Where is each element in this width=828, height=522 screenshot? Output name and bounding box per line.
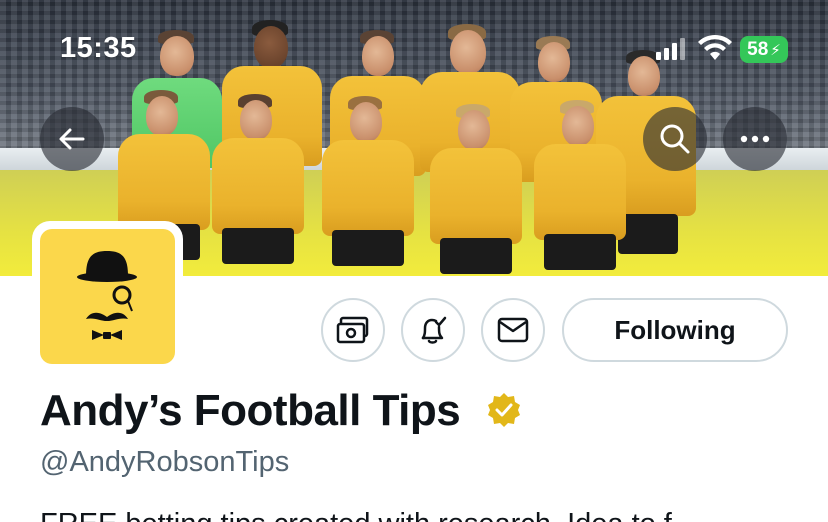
status-bar: 15:35 58 ⚡ <box>0 0 828 100</box>
back-button[interactable] <box>40 107 104 171</box>
following-button[interactable]: Following <box>562 298 788 362</box>
cellular-signal-icon <box>656 38 686 60</box>
search-icon <box>660 124 690 154</box>
verified-badge-icon[interactable] <box>486 392 522 428</box>
battery-indicator: 58 ⚡ <box>740 36 788 63</box>
envelope-icon <box>497 317 529 343</box>
profile-avatar[interactable] <box>32 221 183 372</box>
gentleman-logo-icon <box>77 251 137 340</box>
arrow-left-icon <box>59 128 85 150</box>
profile-handle: @AndyRobsonTips <box>40 446 290 478</box>
more-horizontal-icon <box>740 135 770 143</box>
bell-check-icon <box>421 316 447 344</box>
wifi-icon <box>698 34 732 60</box>
status-time: 15:35 <box>60 32 137 64</box>
avatar <box>40 229 175 364</box>
search-button[interactable] <box>643 107 707 171</box>
subscriptions-button[interactable] <box>321 298 385 362</box>
money-icon <box>336 316 369 344</box>
message-button[interactable] <box>481 298 545 362</box>
profile-display-name: Andy’s Football Tips <box>40 386 461 435</box>
profile-bio: FREE betting tips created with research.… <box>40 508 828 522</box>
battery-level: 58 <box>747 38 769 60</box>
notifications-button[interactable] <box>401 298 465 362</box>
more-button[interactable] <box>723 107 787 171</box>
charging-bolt-icon: ⚡ <box>770 41 781 59</box>
